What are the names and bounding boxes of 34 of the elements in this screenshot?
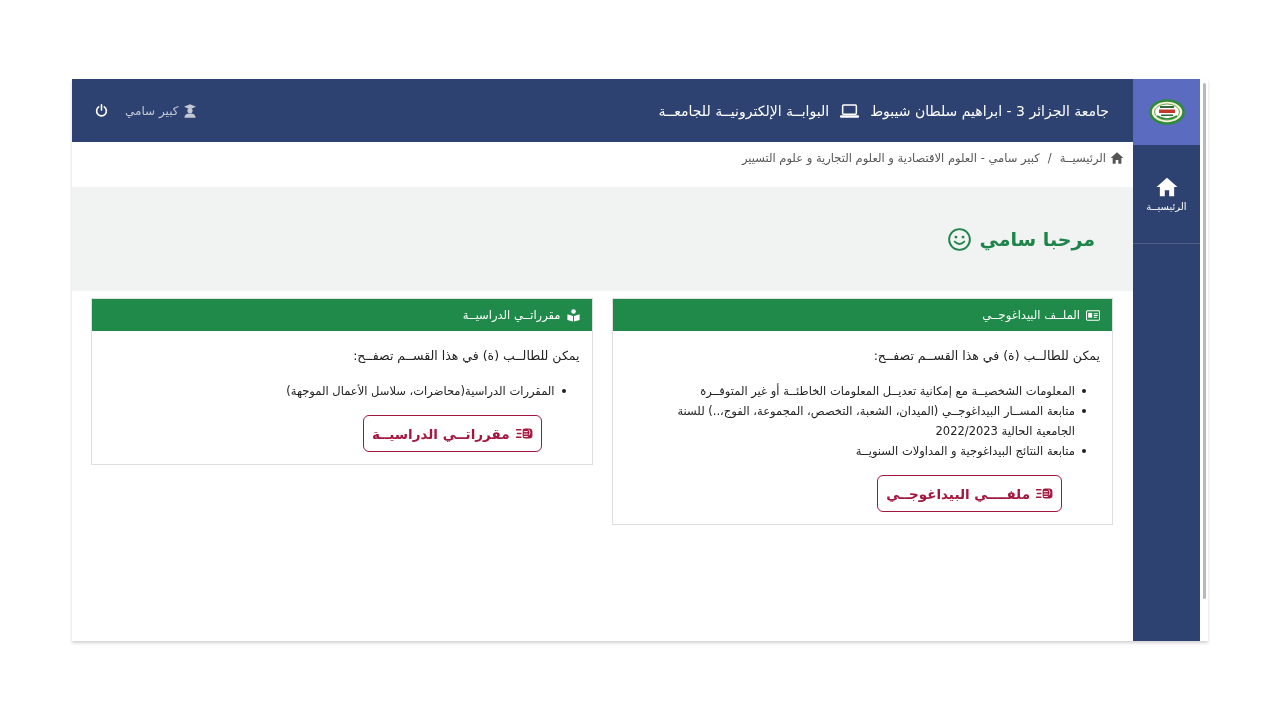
breadcrumb-separator: / [1047,150,1052,166]
power-button[interactable] [95,104,108,117]
fist-icon [515,427,533,440]
portal-title: البوابــة الإلكترونيــة للجامعــة [658,102,830,119]
list-item-text: المعلومات الشخصيــة مع إمكانية تعديــل المعلومات الخاطئــة أو غير المتوفــرة [700,382,1075,400]
card-intro: يمكن للطالــب (ة) في هذا القســم تصفــح: [873,347,1100,365]
card-intro: يمكن للطالــب (ة) في هذا القســم تصفــح: [353,347,580,365]
action-button[interactable]: مقرراتــي الدراسيــة [362,415,542,452]
scrollbar[interactable] [1200,79,1208,641]
user-name[interactable]: كبير سامي [125,103,179,118]
welcome-heading: مرحبا سامي [979,228,1095,250]
laptop-icon [840,103,860,118]
list-item-text: متابعة المســار البيداغوجــي (الميدان، الشعبة، التخصص، المجموعة، الفوج،..) للسنة الجامعية الحالية 2022/2023 [676,403,1075,440]
bullet-icon [1082,449,1086,453]
list-item-text: متابعة النتائج البيداغوجية و المداولات السنويــة [855,443,1075,460]
graduate-icon [183,103,196,118]
power-icon [95,104,108,117]
home-icon [1155,177,1178,197]
bullet-icon [1082,389,1086,393]
list-item-text: المقررات الدراسية(محاضرات، سلاسل الأعمال الموجهة) [286,383,555,400]
home-icon [1110,152,1124,164]
id-card-icon [1086,309,1100,321]
breadcrumb-link[interactable]: الرئيسيــة [1059,150,1124,166]
fist-icon [1036,487,1053,500]
action-button[interactable]: ملفــــي البيداغوجــي [877,475,1062,512]
card-title: الملــف البيداغوجــي [982,308,1080,322]
bullet-icon [561,389,566,393]
logo[interactable] [1148,99,1185,125]
card-title: مقرراتــي الدراسيــة [462,308,561,322]
reader-icon [566,308,580,322]
university-name: جامعة الجزائر 3 - ابراهيم سلطان شيبوط [870,102,1109,119]
smiley-icon [948,227,972,251]
breadcrumb-current: كبير سامي - العلوم الاقتصادية و العلوم التجارية و علوم التسيير [741,150,1040,166]
bullet-icon [1082,409,1086,413]
